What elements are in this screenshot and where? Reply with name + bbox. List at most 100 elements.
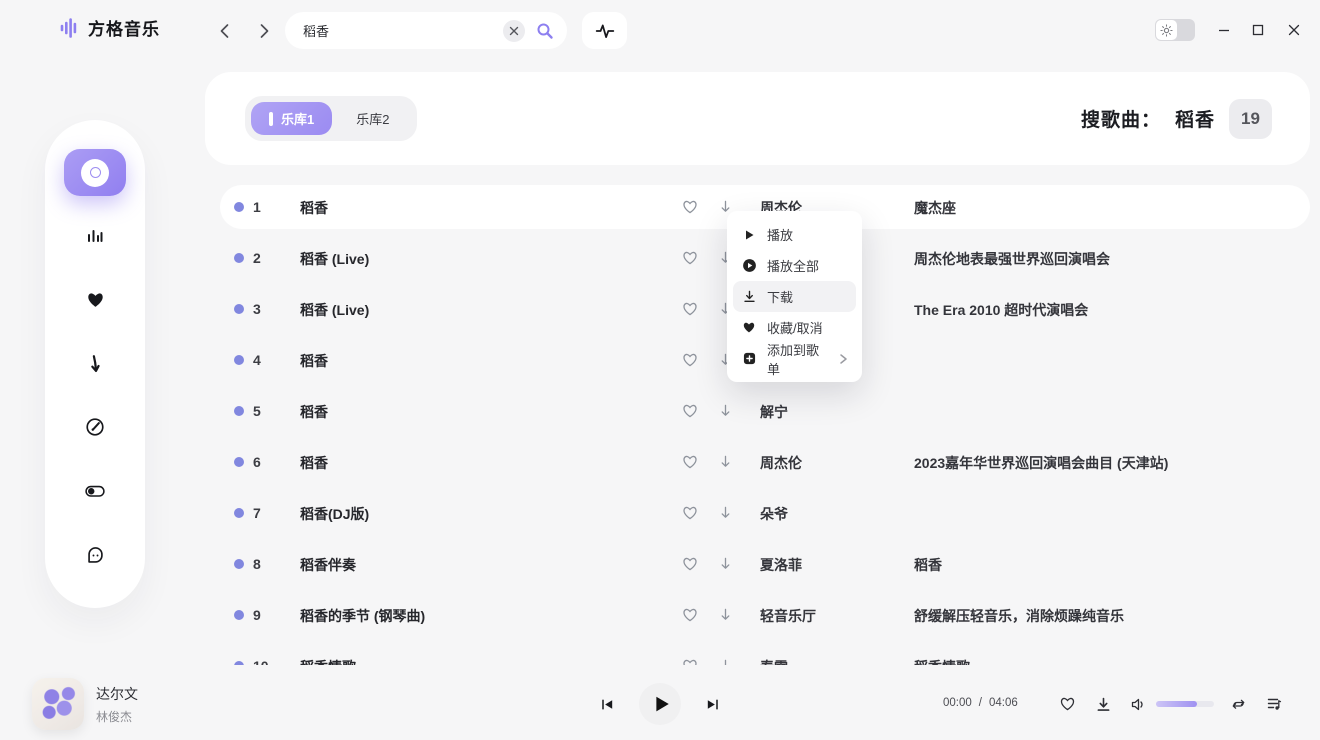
song-number: 1 bbox=[253, 199, 261, 215]
search-result-label: 搜歌曲： bbox=[1081, 105, 1161, 132]
sidebar-item-favorites[interactable] bbox=[83, 288, 107, 312]
download-icon[interactable] bbox=[718, 607, 734, 623]
song-artist: 解宁 bbox=[760, 402, 788, 422]
repeat-button[interactable] bbox=[1229, 695, 1247, 713]
next-track-button[interactable] bbox=[701, 693, 723, 715]
tab-library-2[interactable]: 乐库2 bbox=[334, 102, 411, 135]
song-row[interactable]: 7 稻香(DJ版) 朵爷 bbox=[220, 491, 1310, 535]
tab-library-1[interactable]: 乐库1 bbox=[251, 102, 332, 135]
forward-icon bbox=[259, 23, 270, 39]
app-logo: 方格音乐 bbox=[58, 15, 160, 40]
now-playing-info: 达尔文 林俊杰 bbox=[96, 678, 138, 730]
sidebar-item-settings-toggle[interactable] bbox=[83, 479, 107, 503]
search-input[interactable] bbox=[303, 23, 503, 38]
menu-item-download[interactable]: 下载 bbox=[733, 281, 856, 312]
menu-item-label: 添加到歌单 bbox=[767, 340, 829, 378]
song-title: 稻香的季节 (钢琴曲) bbox=[300, 606, 425, 626]
maximize-button[interactable] bbox=[1244, 17, 1272, 43]
menu-item-label: 收藏/取消 bbox=[767, 318, 823, 337]
clear-icon bbox=[509, 26, 519, 36]
song-title: 稻香伴奏 bbox=[300, 555, 356, 575]
download-icon[interactable] bbox=[718, 454, 734, 470]
close-button[interactable] bbox=[1280, 17, 1308, 43]
song-title: 稻香 (Live) bbox=[300, 249, 369, 269]
play-queue-button[interactable] bbox=[1265, 695, 1283, 713]
now-playing-artwork[interactable] bbox=[32, 678, 84, 730]
tab-label: 乐库2 bbox=[356, 109, 389, 128]
toggle-icon bbox=[85, 483, 105, 499]
time-divider: / bbox=[979, 697, 982, 709]
volume-slider[interactable] bbox=[1156, 701, 1214, 707]
sidebar-item-discover[interactable] bbox=[83, 415, 107, 439]
favorite-track-button[interactable] bbox=[1058, 695, 1076, 713]
volume-button[interactable] bbox=[1129, 695, 1147, 713]
download-icon bbox=[741, 289, 757, 305]
favorite-icon[interactable] bbox=[682, 556, 698, 572]
sidebar-item-charts[interactable] bbox=[83, 224, 107, 248]
audio-effect-button[interactable] bbox=[582, 12, 627, 49]
add-square-icon bbox=[741, 351, 757, 367]
library-tabs: 乐库1 乐库2 bbox=[245, 96, 417, 141]
song-row[interactable]: 9 稻香的季节 (钢琴曲) 轻音乐厅 舒缓解压轻音乐，消除烦躁纯音乐 bbox=[220, 593, 1310, 637]
volume-fill bbox=[1156, 701, 1197, 707]
favorite-icon[interactable] bbox=[682, 301, 698, 317]
play-button[interactable] bbox=[639, 683, 681, 725]
bullet-icon bbox=[234, 457, 244, 467]
menu-item-play[interactable]: 播放 bbox=[733, 219, 856, 250]
favorite-icon[interactable] bbox=[682, 250, 698, 266]
search-button[interactable] bbox=[533, 19, 557, 43]
menu-item-add-to-playlist[interactable]: 添加到歌单 bbox=[733, 343, 856, 374]
next-icon bbox=[705, 697, 720, 712]
queue-icon bbox=[1266, 696, 1283, 712]
favorite-icon[interactable] bbox=[682, 607, 698, 623]
download-track-button[interactable] bbox=[1094, 695, 1112, 713]
minimize-button[interactable] bbox=[1210, 17, 1238, 43]
play-circle-icon bbox=[741, 258, 757, 274]
clear-search-button[interactable] bbox=[503, 20, 525, 42]
bullet-icon bbox=[234, 304, 244, 314]
bullet-icon bbox=[234, 610, 244, 620]
bullet-icon bbox=[234, 202, 244, 212]
menu-item-favorite[interactable]: 收藏/取消 bbox=[733, 312, 856, 343]
context-menu: 播放 播放全部 下载 收藏/取消 添加到歌单 bbox=[727, 211, 862, 382]
sidebar-item-messages[interactable] bbox=[83, 543, 107, 567]
favorite-icon[interactable] bbox=[682, 403, 698, 419]
close-icon bbox=[1288, 24, 1300, 36]
song-row[interactable]: 5 稻香 解宁 bbox=[220, 389, 1310, 433]
favorite-icon[interactable] bbox=[682, 505, 698, 521]
download-icon[interactable] bbox=[718, 556, 734, 572]
favorite-icon[interactable] bbox=[682, 199, 698, 215]
forward-button[interactable] bbox=[251, 18, 277, 44]
download-icon[interactable] bbox=[718, 505, 734, 521]
back-button[interactable] bbox=[211, 18, 237, 44]
chat-icon bbox=[86, 546, 105, 565]
download-icon[interactable] bbox=[718, 403, 734, 419]
previous-track-button[interactable] bbox=[596, 693, 618, 715]
theme-knob bbox=[1156, 20, 1177, 40]
tab-label: 乐库1 bbox=[281, 109, 314, 128]
song-album: 魔杰座 bbox=[914, 198, 956, 218]
search-result-count: 19 bbox=[1229, 99, 1272, 139]
menu-item-play-all[interactable]: 播放全部 bbox=[733, 250, 856, 281]
app-window: 方格音乐 bbox=[0, 0, 1320, 740]
song-title: 稻香 bbox=[300, 351, 328, 371]
app-title: 方格音乐 bbox=[88, 15, 160, 40]
bullet-icon bbox=[234, 559, 244, 569]
sidebar-item-downloads[interactable] bbox=[83, 352, 107, 376]
theme-toggle[interactable] bbox=[1155, 19, 1195, 41]
song-number: 5 bbox=[253, 403, 261, 419]
bullet-icon bbox=[234, 508, 244, 518]
bullet-icon bbox=[234, 355, 244, 365]
menu-item-label: 播放全部 bbox=[767, 256, 819, 275]
disc-icon bbox=[81, 159, 109, 187]
sidebar-item-library[interactable] bbox=[64, 149, 126, 196]
song-row[interactable]: 8 稻香伴奏 夏洛菲 稻香 bbox=[220, 542, 1310, 586]
favorite-icon[interactable] bbox=[682, 454, 698, 470]
song-number: 4 bbox=[253, 352, 261, 368]
stats-icon bbox=[86, 227, 104, 245]
maximize-icon bbox=[1252, 24, 1264, 36]
song-artist: 夏洛菲 bbox=[760, 555, 802, 575]
favorite-icon[interactable] bbox=[682, 352, 698, 368]
minimize-icon bbox=[1218, 24, 1230, 36]
song-row[interactable]: 6 稻香 周杰伦 2023嘉年华世界巡回演唱会曲目 (天津站) bbox=[220, 440, 1310, 484]
